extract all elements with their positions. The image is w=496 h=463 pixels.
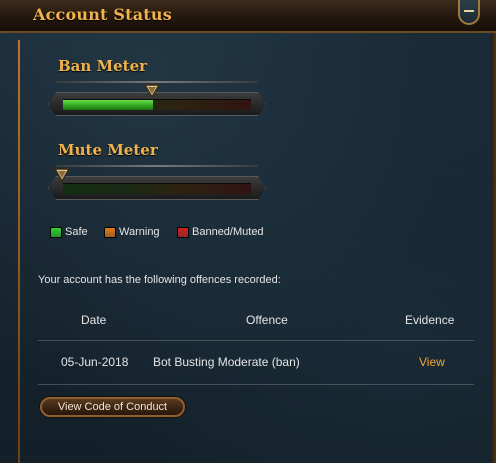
offence-name: Bot Busting Moderate (ban) (153, 355, 300, 369)
mute-meter-track (63, 183, 251, 194)
ban-meter-track (63, 99, 251, 110)
offence-date: 05-Jun-2018 (61, 355, 129, 369)
mute-meter (48, 176, 266, 200)
legend-swatch-banned (177, 227, 189, 238)
column-header-offence: Offence (246, 313, 288, 327)
triangle-marker-icon (54, 168, 70, 183)
legend-swatch-warning (104, 227, 116, 238)
panel-header: Account Status (0, 0, 496, 33)
legend-swatch-safe (50, 227, 62, 238)
ban-meter-title: Ban Meter (58, 57, 148, 75)
column-header-date: Date (81, 313, 107, 327)
legend-label-banned: Banned/Muted (192, 226, 264, 238)
legend-label-safe: Safe (65, 226, 88, 238)
account-status-panel: Account Status Ban Meter Mute Meter Safe… (0, 0, 496, 463)
legend-label-warning: Warning (119, 226, 160, 238)
table-divider (38, 340, 474, 341)
collapse-button[interactable] (458, 0, 480, 25)
ban-meter-fill (63, 100, 153, 110)
view-evidence-link[interactable]: View (419, 355, 445, 369)
triangle-marker-icon (144, 84, 160, 99)
table-divider-bottom (38, 384, 474, 385)
view-code-of-conduct-button[interactable]: View Code of Conduct (40, 397, 185, 417)
offences-intro: Your account has the following offences … (38, 274, 281, 286)
ban-meter-rule (56, 81, 258, 83)
mute-meter-rule (56, 165, 258, 167)
mute-meter-title: Mute Meter (58, 141, 158, 159)
left-frame-rail (18, 40, 20, 463)
column-header-evidence: Evidence (405, 313, 455, 327)
right-frame-rail (491, 33, 496, 463)
panel-title: Account Status (33, 5, 172, 24)
